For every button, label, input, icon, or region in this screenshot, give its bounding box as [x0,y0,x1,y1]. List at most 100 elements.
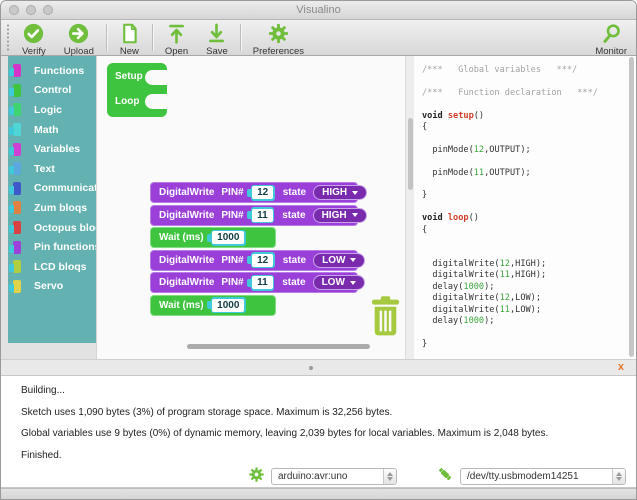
board-select-stepper[interactable] [383,469,396,484]
horizontal-splitter-grip[interactable] [309,366,313,370]
code-line: digitalWrite(12,HIGH); [422,259,632,270]
wait-value-chip[interactable]: 1000 [206,229,246,246]
code-token: ,HIGH); [509,270,547,281]
category-label: Logic [34,103,62,116]
pin-label: PIN# [221,209,244,221]
sidebar-item-variables[interactable]: Variables [8,139,96,159]
verify-button[interactable]: Verify [13,20,55,57]
digitalwrite-block[interactable]: DigitalWrite PIN# 12 state HIGH [150,182,368,203]
sidebar-item-octopus-bloqs[interactable]: Octopus bloqs [8,218,108,238]
state-dropdown[interactable]: LOW [313,252,366,268]
pin-value[interactable]: 11 [252,276,273,289]
code-token: digitalWrite( [422,258,500,269]
pin-value[interactable]: 12 [252,253,274,267]
sidebar-item-pin-functions[interactable]: Pin functions [8,237,101,257]
titlebar: Visualino [1,1,636,20]
vertical-splitter[interactable] [405,56,414,359]
code-token: { [422,122,428,133]
horizontal-splitter[interactable]: x [1,359,636,375]
code-token: } [422,190,428,201]
board-select[interactable]: arduino:avr:uno [271,468,397,485]
close-window-button[interactable] [9,5,19,15]
save-button[interactable]: Save [197,20,237,57]
digitalwrite-block[interactable]: DigitalWrite PIN# 12 state LOW [150,249,366,271]
sidebar-item-functions[interactable]: Functions [8,61,96,81]
window-title: Visualino [296,4,341,16]
pin-label: PIN# [221,254,244,266]
block-label: DigitalWrite [159,254,215,266]
code-token: setup [447,110,474,121]
state-label: state [282,187,307,198]
pin-value-chip[interactable]: 11 [246,207,275,223]
category-label: Math [34,123,59,136]
sidebar-item-zum-bloqs[interactable]: Zum bloqs [8,198,96,218]
block-label: Wait (ms) [159,232,204,243]
port-select-stepper[interactable] [612,469,625,484]
code-line: digitalWrite(11,HIGH); [422,270,632,281]
block-category-sidebar: Functions Control Logic Math Variables Text Co… [8,56,113,359]
console-message: Finished. [21,449,62,461]
monitor-button[interactable]: Monitor [586,20,636,57]
code-vertical-scrollbar[interactable] [629,57,634,357]
code-line: digitalWrite(12,LOW); [422,293,632,304]
code-token: delay( [422,315,464,326]
port-select[interactable]: /dev/tty.usbmodem14251 [460,468,626,485]
board-gear-icon [249,466,264,487]
arduino-code: /*** Global variables ***/ /*** Function… [414,56,636,356]
upload-button[interactable]: Upload [55,20,103,57]
canvas-horizontal-scrollbar[interactable] [187,344,370,349]
pin-value[interactable]: 11 [252,208,273,222]
wait-value[interactable]: 1000 [212,231,245,244]
magnifier-icon [601,23,622,44]
wait-block[interactable]: Wait (ms) 1000 [150,294,276,316]
digitalwrite-block[interactable]: DigitalWrite PIN# 11 state LOW [150,272,365,293]
category-label: Variables [34,143,81,156]
code-token: ); [484,281,495,292]
sidebar-item-control[interactable]: Control [8,81,96,101]
wait-value[interactable]: 1000 [212,298,245,312]
code-token: ,HIGH); [509,258,547,269]
sidebar-item-math[interactable]: Math [8,120,96,140]
code-line: } [422,190,632,201]
sidebar-item-servo[interactable]: Servo [8,277,96,297]
loop-label: Loop [115,96,140,107]
pin-value-chip[interactable]: 12 [246,252,275,268]
toolbar-separator [239,24,241,51]
left-gutter [1,56,8,359]
pin-value-chip[interactable]: 11 [246,274,275,291]
block-stack: DigitalWrite PIN# 12 state HIGH DigitalWrite P… [150,182,368,317]
category-label: Servo [34,280,64,293]
category-color-chip [9,260,21,274]
sidebar-item-text[interactable]: Text [8,159,96,179]
code-token: void [422,213,448,224]
setup-loop-block[interactable]: Setup Loop [107,63,169,117]
code-line: pinMode(12,OUTPUT); [422,145,632,156]
code-token: /*** Function declaration ***/ [422,87,598,98]
pin-value-chip[interactable]: 12 [246,184,275,201]
state-label: state [282,254,307,266]
open-button[interactable]: Open [156,20,197,57]
zoom-window-button[interactable] [43,5,53,15]
sidebar-item-lcd-bloqs[interactable]: LCD bloqs [8,257,96,277]
splitter-grip[interactable] [408,118,413,190]
sidebar-item-logic[interactable]: Logic [8,100,96,120]
category-color-chip [9,123,21,137]
trash-icon[interactable] [367,294,404,343]
blockly-canvas[interactable]: Setup Loop DigitalWrite PIN# 12 state HIGH Di… [96,56,405,359]
state-dropdown[interactable]: LOW [312,275,365,290]
state-dropdown[interactable]: HIGH [313,185,368,200]
console-close-button[interactable]: x [618,361,624,374]
minimize-window-button[interactable] [26,5,36,15]
wait-value-chip[interactable]: 1000 [206,297,246,313]
save-arrow-down-icon [206,23,227,44]
new-button[interactable]: New [110,20,149,57]
toolbar-drag-handle[interactable] [5,24,11,51]
wait-block[interactable]: Wait (ms) 1000 [150,227,276,248]
state-dropdown[interactable]: HIGH [312,207,367,223]
preferences-button[interactable]: Preferences [244,20,313,57]
main-area: Functions Control Logic Math Variables Text Co… [1,56,636,359]
digitalwrite-block[interactable]: DigitalWrite PIN# 11 state HIGH [150,204,367,226]
category-color-chip [9,221,21,235]
pin-value[interactable]: 12 [252,186,274,199]
sidebar-item-communication[interactable]: Communication [8,179,113,199]
